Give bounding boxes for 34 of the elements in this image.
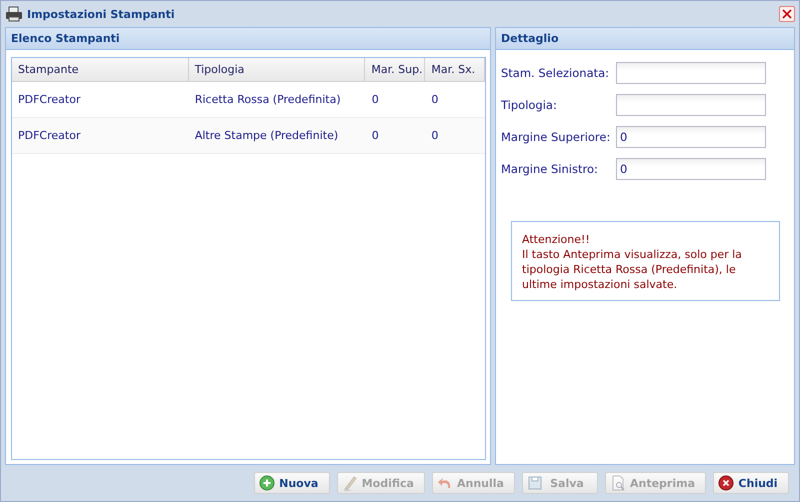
field-label: Margine Sinistro:	[501, 162, 599, 176]
field-label: Margine Superiore:	[501, 130, 612, 144]
plus-icon	[258, 475, 275, 491]
document-magnifier-icon	[610, 475, 626, 491]
window-title: Impostazioni Stampanti	[27, 8, 176, 20]
printer-icon	[5, 6, 23, 22]
pencil-icon	[342, 475, 358, 491]
close-icon	[718, 475, 734, 491]
toolbar-button[interactable]: Nuova	[254, 472, 330, 494]
table-cell-text: PDFCreator	[17, 92, 82, 108]
input-field[interactable]	[616, 62, 766, 84]
input-field[interactable]	[616, 94, 766, 116]
column-header[interactable]: Mar. Sup.	[365, 58, 426, 81]
table-cell-text: Altre Stampe (Predefinite)	[194, 128, 340, 144]
table-cell-text: 0	[430, 128, 440, 144]
toolbar-button[interactable]: Chiudi	[713, 472, 789, 494]
table-cell-text: Ricetta Rossa (Predefinita)	[194, 92, 342, 108]
notice-text: Attenzione!! Il tasto Anteprima visualizza, solo per la tipologia Ricetta Rossa (Predefinita), le ultime impostazioni salvate.	[511, 221, 780, 301]
panel-header: Dettaglio	[496, 28, 794, 50]
column-header[interactable]: Tipologia	[188, 58, 366, 81]
table-cell-text: 0	[370, 128, 380, 144]
input-field[interactable]: 0	[616, 126, 766, 148]
close-button[interactable]	[779, 6, 795, 22]
field-label: Stam. Selezionata:	[501, 66, 610, 80]
undo-arrow-icon	[436, 475, 453, 491]
column-header[interactable]: Stampante	[12, 58, 189, 81]
table-cell-text: PDFCreator	[17, 128, 82, 144]
panel-header: Elenco Stampanti	[6, 28, 490, 50]
table-cell-text: 0	[430, 92, 440, 108]
table-row[interactable]: PDFCreator Altre Stampe (Predefinite) 0 0	[12, 118, 485, 154]
column-header[interactable]: Mar. Sx.	[425, 58, 485, 81]
field-label: Tipologia:	[501, 98, 558, 112]
input-field[interactable]: 0	[616, 158, 766, 180]
table-cell-text: 0	[370, 92, 380, 108]
